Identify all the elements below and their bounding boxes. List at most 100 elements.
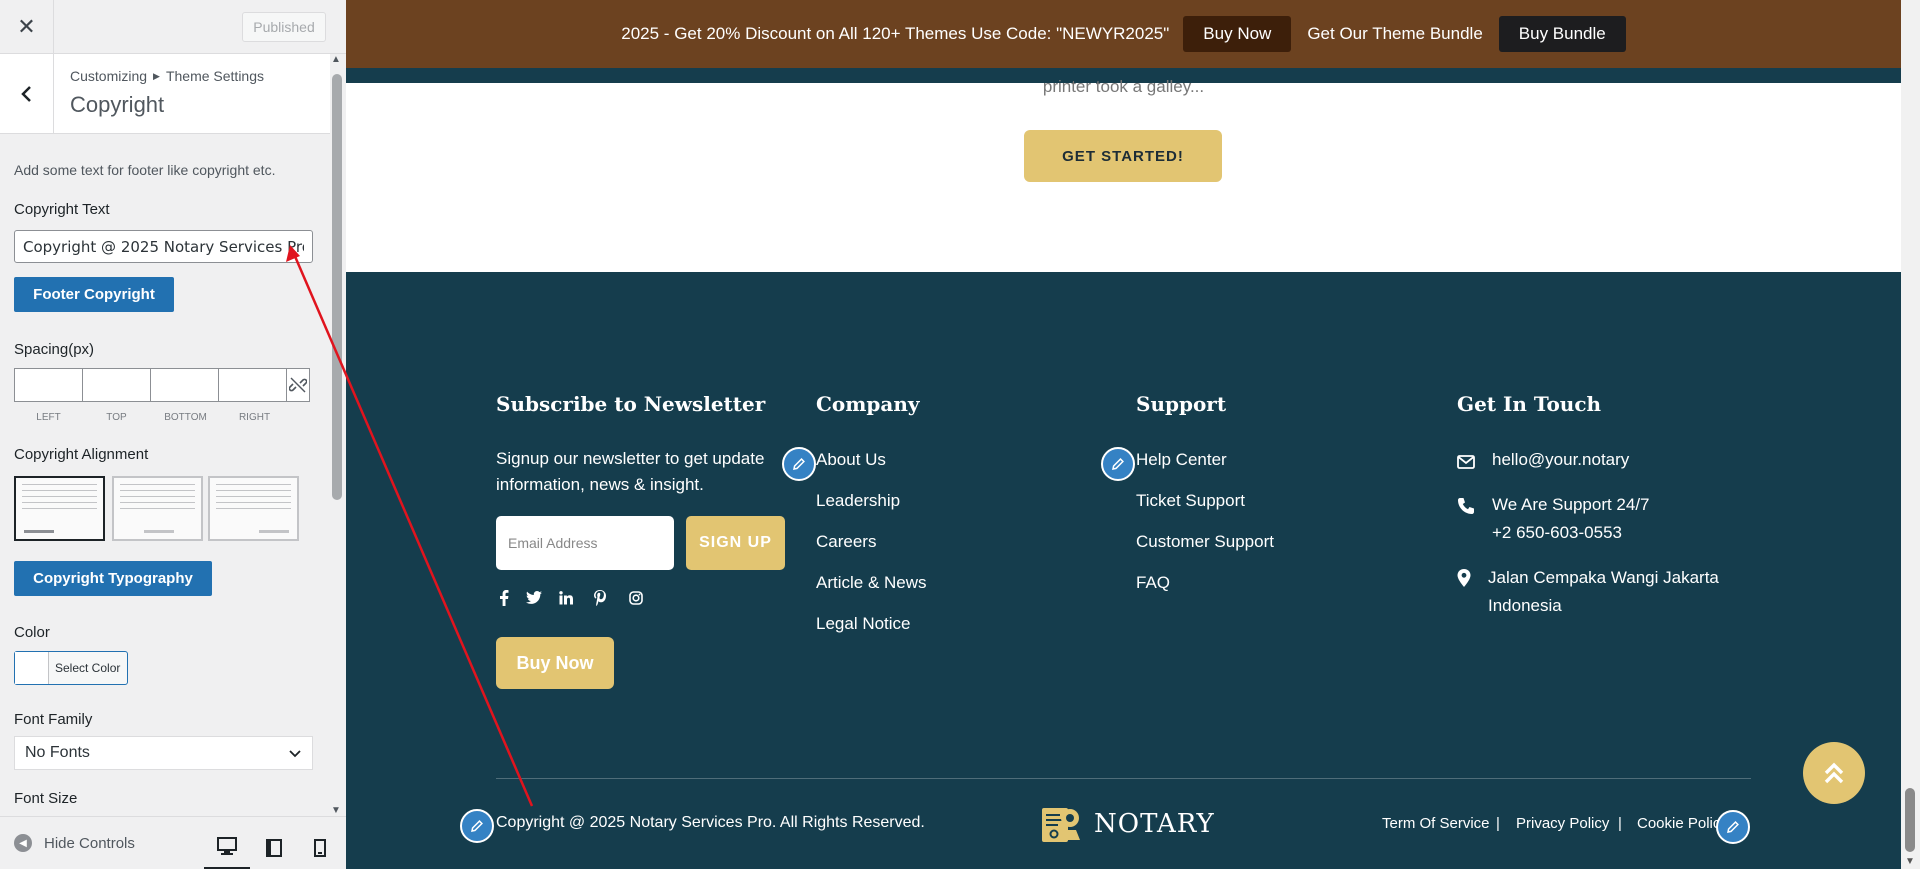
select-color-button[interactable]: Select Color [14, 651, 128, 685]
promo-buy-now-button[interactable]: Buy Now [1183, 16, 1292, 52]
company-title: Company [816, 392, 920, 416]
customizer-panel: ✕ Published Customizing ▶ Theme Settings C… [0, 0, 346, 869]
newsletter-email-input[interactable]: Email Address [496, 516, 674, 570]
newsletter-title: Subscribe to Newsletter [496, 392, 766, 416]
section-title: Copyright [70, 92, 165, 117]
unlink-icon [289, 377, 307, 393]
footer-link-about-us[interactable]: About Us [816, 450, 886, 470]
notary-logo-text: NOTARY [1094, 809, 1215, 839]
mobile-preview-button[interactable] [297, 825, 343, 869]
footer-link-help-center[interactable]: Help Center [1136, 450, 1227, 470]
promo-bar: 2025 - Get 20% Discount on All 120+ Them… [346, 0, 1901, 68]
spacing-label: Spacing(px) [14, 341, 95, 358]
panel-header: ✕ Published [0, 0, 346, 54]
align-left-option[interactable] [14, 476, 105, 541]
promo-text: 2025 - Get 20% Discount on All 120+ Them… [621, 24, 1170, 43]
spacing-bottom-input[interactable] [150, 368, 219, 402]
edit-copyright-pencil-icon[interactable] [460, 809, 494, 843]
spacing-caption-left: LEFT [36, 412, 61, 423]
hide-controls-button[interactable]: ◀ Hide Controls [14, 834, 135, 852]
copyright-typography-button[interactable]: Copyright Typography [14, 561, 212, 596]
link-values-button[interactable] [286, 368, 310, 402]
breadcrumb-parent: Theme Settings [165, 68, 265, 84]
footer-link-ticket-support[interactable]: Ticket Support [1136, 491, 1245, 511]
color-swatch [15, 652, 49, 684]
buy-bundle-button[interactable]: Buy Bundle [1498, 16, 1626, 52]
footer-link-faq[interactable]: FAQ [1136, 573, 1170, 593]
copyright-text-label: Copyright Text [14, 201, 110, 218]
contact-email[interactable]: hello@your.notary [1492, 446, 1629, 474]
footer-link-privacy[interactable]: Privacy Policy [1516, 815, 1609, 832]
footer-link-article-news[interactable]: Article & News [816, 573, 927, 593]
alignment-label: Copyright Alignment [14, 446, 149, 463]
scroll-up-icon[interactable]: ▲ [331, 54, 341, 65]
spacing-caption-right: RIGHT [238, 412, 271, 423]
hide-controls-label: Hide Controls [44, 834, 135, 852]
site-preview: 2025 - Get 20% Discount on All 120+ Them… [346, 0, 1920, 869]
signup-button[interactable]: SIGN UP [686, 516, 785, 570]
spacing-control [14, 368, 312, 402]
edit-company-pencil-icon[interactable] [782, 447, 816, 481]
get-started-button[interactable]: GET STARTED! [1024, 130, 1222, 182]
notary-logo[interactable]: NOTARY [1040, 802, 1215, 846]
edit-support-pencil-icon[interactable] [1101, 447, 1135, 481]
footer-link-customer-support[interactable]: Customer Support [1136, 532, 1274, 552]
footer-link-cookie[interactable]: Cookie Policy [1637, 815, 1721, 832]
panel-scrollbar[interactable]: ▲ ▼ [330, 54, 346, 816]
align-center-option[interactable] [112, 476, 203, 541]
footer-buy-now-button[interactable]: Buy Now [496, 637, 614, 689]
desktop-icon [217, 837, 237, 855]
instagram-icon[interactable] [628, 590, 644, 606]
legal-separator: | [1618, 815, 1622, 832]
published-button[interactable]: Published [242, 12, 326, 42]
support-title: Support [1136, 392, 1227, 416]
font-family-select[interactable]: No Fonts [14, 736, 313, 770]
legal-separator: | [1496, 815, 1500, 832]
footer-link-leadership[interactable]: Leadership [816, 491, 900, 511]
preview-scroll-thumb[interactable] [1905, 788, 1915, 852]
font-family-value: No Fonts [25, 744, 90, 761]
pinterest-icon[interactable] [592, 590, 608, 606]
footer-link-careers[interactable]: Careers [816, 532, 876, 552]
twitter-icon[interactable] [526, 590, 542, 606]
panel-footer: ◀ Hide Controls [0, 816, 346, 869]
copyright-text-input[interactable] [14, 230, 313, 263]
spacing-caption-top: TOP [106, 412, 127, 423]
scroll-down-icon[interactable]: ▼ [331, 805, 341, 816]
location-pin-icon [1457, 569, 1471, 587]
footer-link-terms[interactable]: Term Of Service [1382, 815, 1490, 832]
tablet-preview-button[interactable] [251, 825, 297, 869]
mail-icon [1457, 455, 1475, 469]
panel-scroll-thumb[interactable] [332, 74, 342, 500]
scroll-to-top-button[interactable] [1803, 742, 1865, 804]
mobile-icon [314, 838, 326, 857]
screen: ✕ Published Customizing ▶ Theme Settings C… [0, 0, 1920, 869]
panel-body: Add some text for footer like copyright … [0, 134, 330, 816]
close-customizer-button[interactable]: ✕ [0, 0, 54, 53]
back-button[interactable] [0, 54, 54, 134]
theme-bundle-text: Get Our Theme Bundle [1307, 24, 1483, 43]
facebook-icon[interactable] [496, 590, 512, 606]
phone-icon [1458, 498, 1474, 514]
contact-phone-line1: We Are Support 24/7 [1492, 495, 1650, 514]
contact-phone-line2[interactable]: +2 650-603-0553 [1492, 519, 1622, 547]
footer-copyright-button[interactable]: Footer Copyright [14, 277, 174, 312]
section-description: Add some text for footer like copyright … [14, 162, 276, 178]
preview-scroll-down-icon[interactable]: ▼ [1905, 856, 1915, 867]
double-chevron-up-icon [1824, 762, 1844, 784]
hero-section: printer took a galley... GET STARTED! [346, 77, 1901, 273]
spacing-left-input[interactable] [14, 368, 83, 402]
align-right-option[interactable] [208, 476, 299, 541]
edit-legal-links-pencil-icon[interactable] [1716, 810, 1750, 844]
footer-copyright-text: Copyright @ 2025 Notary Services Pro. Al… [496, 814, 925, 831]
desktop-preview-button[interactable] [204, 825, 250, 869]
footer-link-legal-notice[interactable]: Legal Notice [816, 614, 911, 634]
preview-scrollbar[interactable]: ▼ [1901, 0, 1920, 869]
spacing-top-input[interactable] [82, 368, 151, 402]
chevron-down-icon [289, 750, 301, 758]
breadcrumb: Customizing ▶ Theme Settings [70, 68, 264, 84]
linkedin-icon[interactable] [558, 590, 574, 606]
spacing-right-input[interactable] [218, 368, 287, 402]
font-family-label: Font Family [14, 711, 93, 728]
font-size-label: Font Size [14, 790, 78, 807]
